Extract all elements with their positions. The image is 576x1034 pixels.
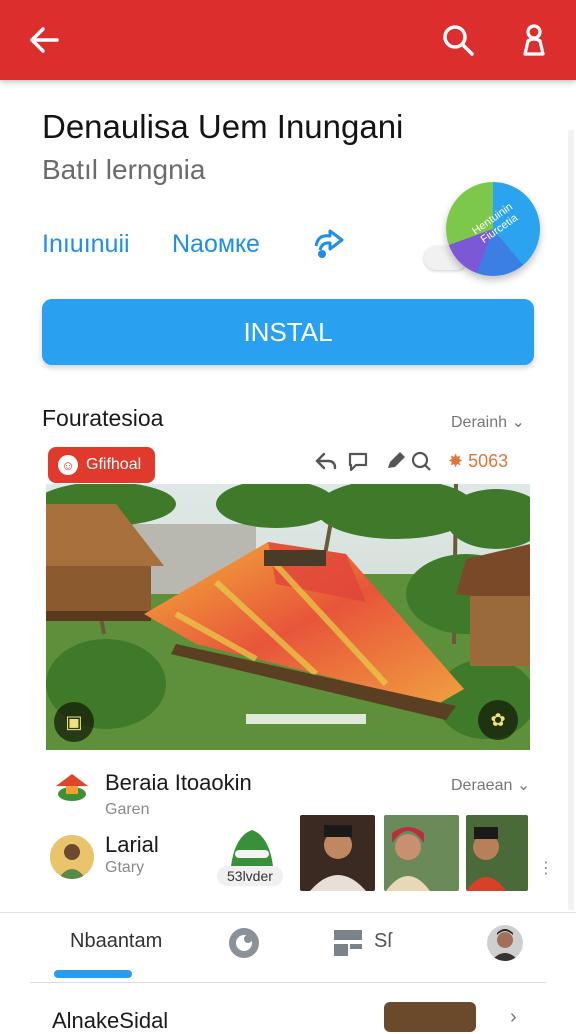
row-chip[interactable]: 53lvder	[217, 866, 283, 886]
card-badge[interactable]: ☺ Gfifhoal	[48, 447, 156, 483]
scroll-track[interactable]	[568, 130, 574, 910]
refresh-icon[interactable]	[226, 925, 262, 966]
chevron-right-icon[interactable]: ›	[510, 1006, 517, 1029]
row-subtitle: Gtary	[105, 859, 145, 876]
rating: ✸ 5063	[448, 451, 508, 472]
more-icon[interactable]: ⋮	[538, 858, 554, 878]
arrow-left-icon[interactable]	[24, 20, 64, 60]
divider	[0, 912, 576, 913]
section-dropdown-label: Derainh	[451, 414, 508, 431]
featured-image[interactable]: ▣ ✿	[46, 484, 530, 750]
row-title[interactable]: Larial	[105, 832, 159, 858]
thumbnail-2[interactable]	[384, 815, 459, 891]
section-dropdown[interactable]: Derainh ⌄	[451, 412, 525, 432]
gallery-icon[interactable]: ▣	[54, 702, 94, 742]
install-button[interactable]: INSTAL	[42, 299, 534, 365]
bottom-section-title: AlnakeSidal	[52, 1008, 169, 1033]
tab-second-label[interactable]: Sſ	[374, 930, 392, 953]
badge-label: Hentuinin Fiurcetia	[470, 200, 521, 246]
comment-icon[interactable]	[346, 450, 370, 478]
share-icon[interactable]	[310, 228, 346, 267]
search-icon[interactable]	[438, 20, 478, 60]
card-badge-label: Gfifhoal	[86, 456, 142, 473]
avatar[interactable]	[50, 835, 94, 879]
rating-value: 5063	[468, 451, 509, 471]
profile-avatar[interactable]	[487, 925, 523, 961]
developer-link[interactable]: Inıuınuii	[42, 230, 130, 259]
smile-icon: ☺	[58, 455, 78, 475]
top-app-bar	[0, 0, 576, 80]
section-title: Fouratesioa	[42, 405, 164, 431]
app-title: Denaulisa Uem Inungani	[42, 108, 404, 145]
news-icon[interactable]	[332, 928, 364, 963]
bottom-thumbnail[interactable]	[384, 1002, 476, 1032]
reply-icon[interactable]	[314, 450, 338, 478]
row-subtitle: Garen	[105, 801, 150, 818]
star-icon: ✸	[448, 451, 469, 471]
chevron-down-icon: ⌄	[516, 777, 531, 794]
row-dropdown[interactable]: Deraean ⌄	[451, 775, 530, 795]
edit-icon[interactable]	[384, 450, 408, 478]
app-badge-icon: Hentuinin Fiurcetia	[446, 182, 540, 276]
tab-first[interactable]: Nbaantam	[70, 930, 162, 953]
divider	[30, 982, 546, 983]
bookmark-icon[interactable]	[410, 450, 432, 478]
active-tab-indicator	[54, 970, 132, 978]
row-title[interactable]: Beraia Itoaokin	[105, 770, 252, 796]
sound-icon[interactable]: ✿	[478, 700, 518, 740]
app-subtitle: Batıl lerngnia	[42, 154, 206, 185]
row-dropdown-label: Deraean	[451, 777, 513, 794]
chevron-down-icon: ⌄	[511, 414, 525, 431]
leaf-logo-icon	[229, 828, 275, 868]
house-icon	[54, 772, 90, 802]
thumbnail-1[interactable]	[300, 815, 375, 891]
category-link[interactable]: Naомкe	[172, 230, 260, 259]
thumbnail-3[interactable]	[466, 815, 528, 891]
account-icon[interactable]	[514, 20, 554, 60]
